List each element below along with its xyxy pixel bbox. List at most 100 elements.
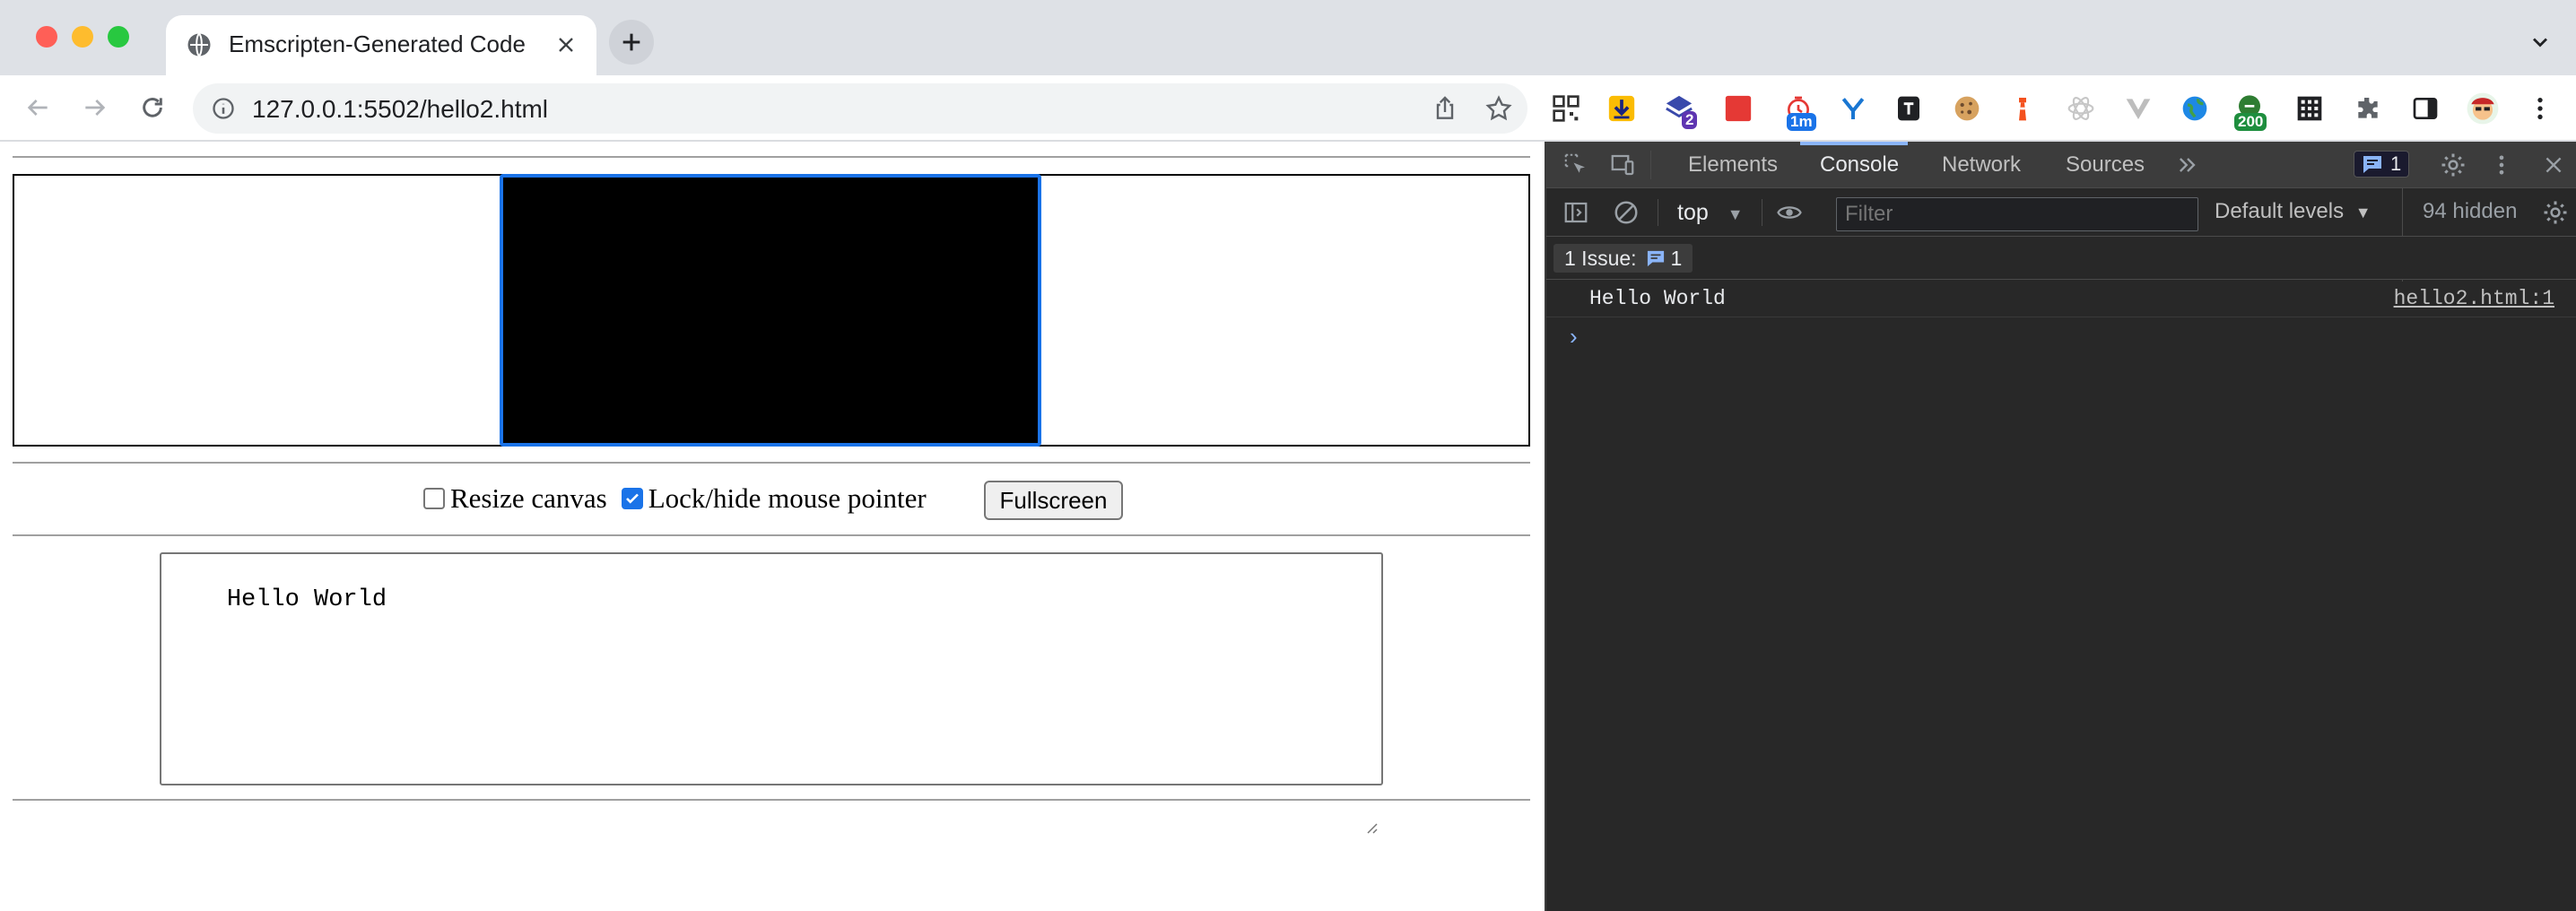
context-selector[interactable]: top ▼ — [1677, 200, 1744, 226]
fullscreen-button[interactable]: Fullscreen — [984, 481, 1123, 520]
back-button[interactable] — [18, 88, 57, 127]
tab-elements[interactable]: Elements — [1688, 152, 1778, 178]
issues-bar-label: 1 Issue: — [1564, 246, 1637, 270]
close-window-button[interactable] — [36, 26, 57, 48]
new-tab-button[interactable] — [609, 20, 654, 65]
zoom-window-button[interactable] — [108, 26, 129, 48]
browser-tab[interactable]: Emscripten-Generated Code — [166, 15, 596, 75]
divider — [13, 462, 1530, 464]
settings-gear-icon[interactable] — [2438, 150, 2468, 180]
chevron-down-icon — [2528, 30, 2553, 55]
issues-link[interactable]: 1 Issue: 1 — [1553, 244, 1693, 273]
separator — [1650, 151, 1651, 179]
browser-toolbar: 127.0.0.1:5502/hello2.html 2 1m 200 — [0, 75, 2576, 142]
console-source-link[interactable]: hello2.html:1 — [2394, 287, 2554, 310]
tab-strip: Emscripten-Generated Code — [0, 0, 2576, 75]
output-text: Hello World — [226, 586, 387, 613]
extension-text-icon[interactable] — [1892, 91, 1926, 126]
arrow-right-icon — [81, 93, 109, 122]
more-tabs-icon[interactable] — [2172, 150, 2203, 180]
log-levels-label: Default levels — [2215, 199, 2345, 223]
clear-console-icon[interactable] — [1611, 197, 1641, 228]
tab-network[interactable]: Network — [1942, 152, 2021, 178]
extension-status-icon[interactable]: 200 — [2232, 91, 2267, 131]
extension-cookie-icon[interactable] — [1950, 91, 1984, 126]
arrow-left-icon — [23, 93, 52, 122]
extension-stack-icon[interactable]: 2 — [1662, 91, 1698, 129]
extension-timer-icon[interactable]: 1m — [1781, 91, 1816, 131]
reload-button[interactable] — [133, 88, 172, 127]
issues-counter[interactable]: 1 — [2354, 151, 2410, 178]
extension-lighthouse-icon[interactable] — [2006, 91, 2040, 126]
browser-menu-icon[interactable] — [2523, 91, 2557, 126]
canvas-controls: Resize canvas Lock/hide mouse pointer — [423, 481, 927, 516]
address-bar[interactable]: 127.0.0.1:5502/hello2.html — [193, 83, 1527, 134]
checkmark-icon — [625, 493, 639, 504]
url-text: 127.0.0.1:5502/hello2.html — [252, 95, 549, 123]
sidebar-toggle-icon[interactable] — [1561, 197, 1591, 228]
extension-badge: 1m — [1787, 113, 1816, 131]
log-levels-dropdown[interactable]: Default levels ▼ — [2215, 199, 2371, 224]
tab-title: Emscripten-Generated Code — [229, 30, 526, 57]
extension-vue-icon[interactable] — [2121, 91, 2155, 126]
extension-globe-icon[interactable] — [2178, 91, 2212, 126]
console-log-row: Hello World hello2.html:1 — [1546, 282, 2576, 317]
context-label: top — [1677, 200, 1709, 225]
message-icon — [2363, 156, 2381, 173]
divider — [13, 534, 1530, 536]
close-devtools-icon[interactable] — [2538, 150, 2569, 180]
lock-pointer-checkbox[interactable] — [621, 488, 643, 509]
minimize-window-button[interactable] — [72, 26, 93, 48]
active-tab-indicator — [1800, 142, 1908, 145]
page-content: Resize canvas Lock/hide mouse pointer Fu… — [0, 143, 1545, 911]
extension-react-icon[interactable] — [2064, 91, 2098, 126]
reload-icon — [138, 93, 167, 122]
console-message: Hello World — [1589, 287, 1726, 310]
close-icon[interactable] — [553, 32, 579, 57]
forward-button[interactable] — [75, 88, 115, 127]
issues-bar: 1 Issue: 1 — [1546, 237, 2576, 280]
resize-canvas-label: Resize canvas — [450, 482, 607, 514]
extension-grid-icon[interactable] — [2293, 91, 2327, 126]
info-icon[interactable] — [211, 96, 236, 121]
share-icon[interactable] — [1431, 94, 1459, 123]
output-textarea[interactable]: Hello World — [160, 552, 1383, 834]
console-toolbar: top ▼ Default levels ▼ 94 hidden — [1546, 188, 2576, 282]
resize-grip-icon[interactable] — [1363, 766, 1378, 834]
bookmark-star-icon[interactable] — [1484, 94, 1513, 123]
devtools-tabbar: Elements Console Network Sources 1 — [1546, 142, 2576, 188]
tab-sources[interactable]: Sources — [2066, 152, 2145, 178]
inspect-element-icon[interactable] — [1561, 150, 1591, 180]
console-filter-input[interactable] — [1836, 197, 2198, 231]
globe-icon — [186, 31, 213, 58]
resize-canvas-checkbox[interactable] — [423, 488, 445, 509]
hidden-messages-count: 94 hidden — [2423, 199, 2518, 223]
divider — [13, 156, 1530, 158]
caret-down-icon: ▼ — [2354, 204, 2371, 221]
divider — [13, 799, 1530, 801]
issues-count: 1 — [2390, 152, 2402, 175]
issues-bar-count: 1 — [1670, 246, 1683, 270]
extension-badge: 2 — [1682, 111, 1698, 129]
extensions-puzzle-icon[interactable] — [2351, 91, 2385, 126]
extension-badge: 200 — [2234, 113, 2267, 131]
lock-pointer-label: Lock/hide mouse pointer — [648, 482, 927, 514]
extension-qr-icon[interactable] — [1549, 91, 1583, 126]
extension-download-icon[interactable] — [1605, 91, 1639, 126]
live-expression-eye-icon[interactable] — [1774, 197, 1805, 228]
extension-y-icon[interactable] — [1836, 91, 1870, 126]
devtools-panel: Elements Console Network Sources 1 top ▼… — [1545, 142, 2576, 911]
emscripten-canvas[interactable] — [500, 174, 1041, 447]
console-settings-gear-icon[interactable] — [2540, 197, 2571, 228]
kebab-menu-icon[interactable] — [2486, 150, 2517, 180]
extension-red-square-icon[interactable] — [1721, 91, 1755, 126]
side-panel-icon[interactable] — [2408, 91, 2442, 126]
tab-console[interactable]: Console — [1820, 152, 1899, 178]
message-icon — [1647, 250, 1664, 267]
caret-down-icon: ▼ — [1727, 205, 1744, 223]
console-prompt-chevron-icon[interactable]: › — [1570, 323, 1578, 351]
plus-icon — [619, 30, 644, 55]
device-toolbar-icon[interactable] — [1607, 150, 1638, 180]
tab-search-button[interactable] — [2522, 24, 2558, 60]
profile-avatar[interactable] — [2466, 91, 2500, 126]
